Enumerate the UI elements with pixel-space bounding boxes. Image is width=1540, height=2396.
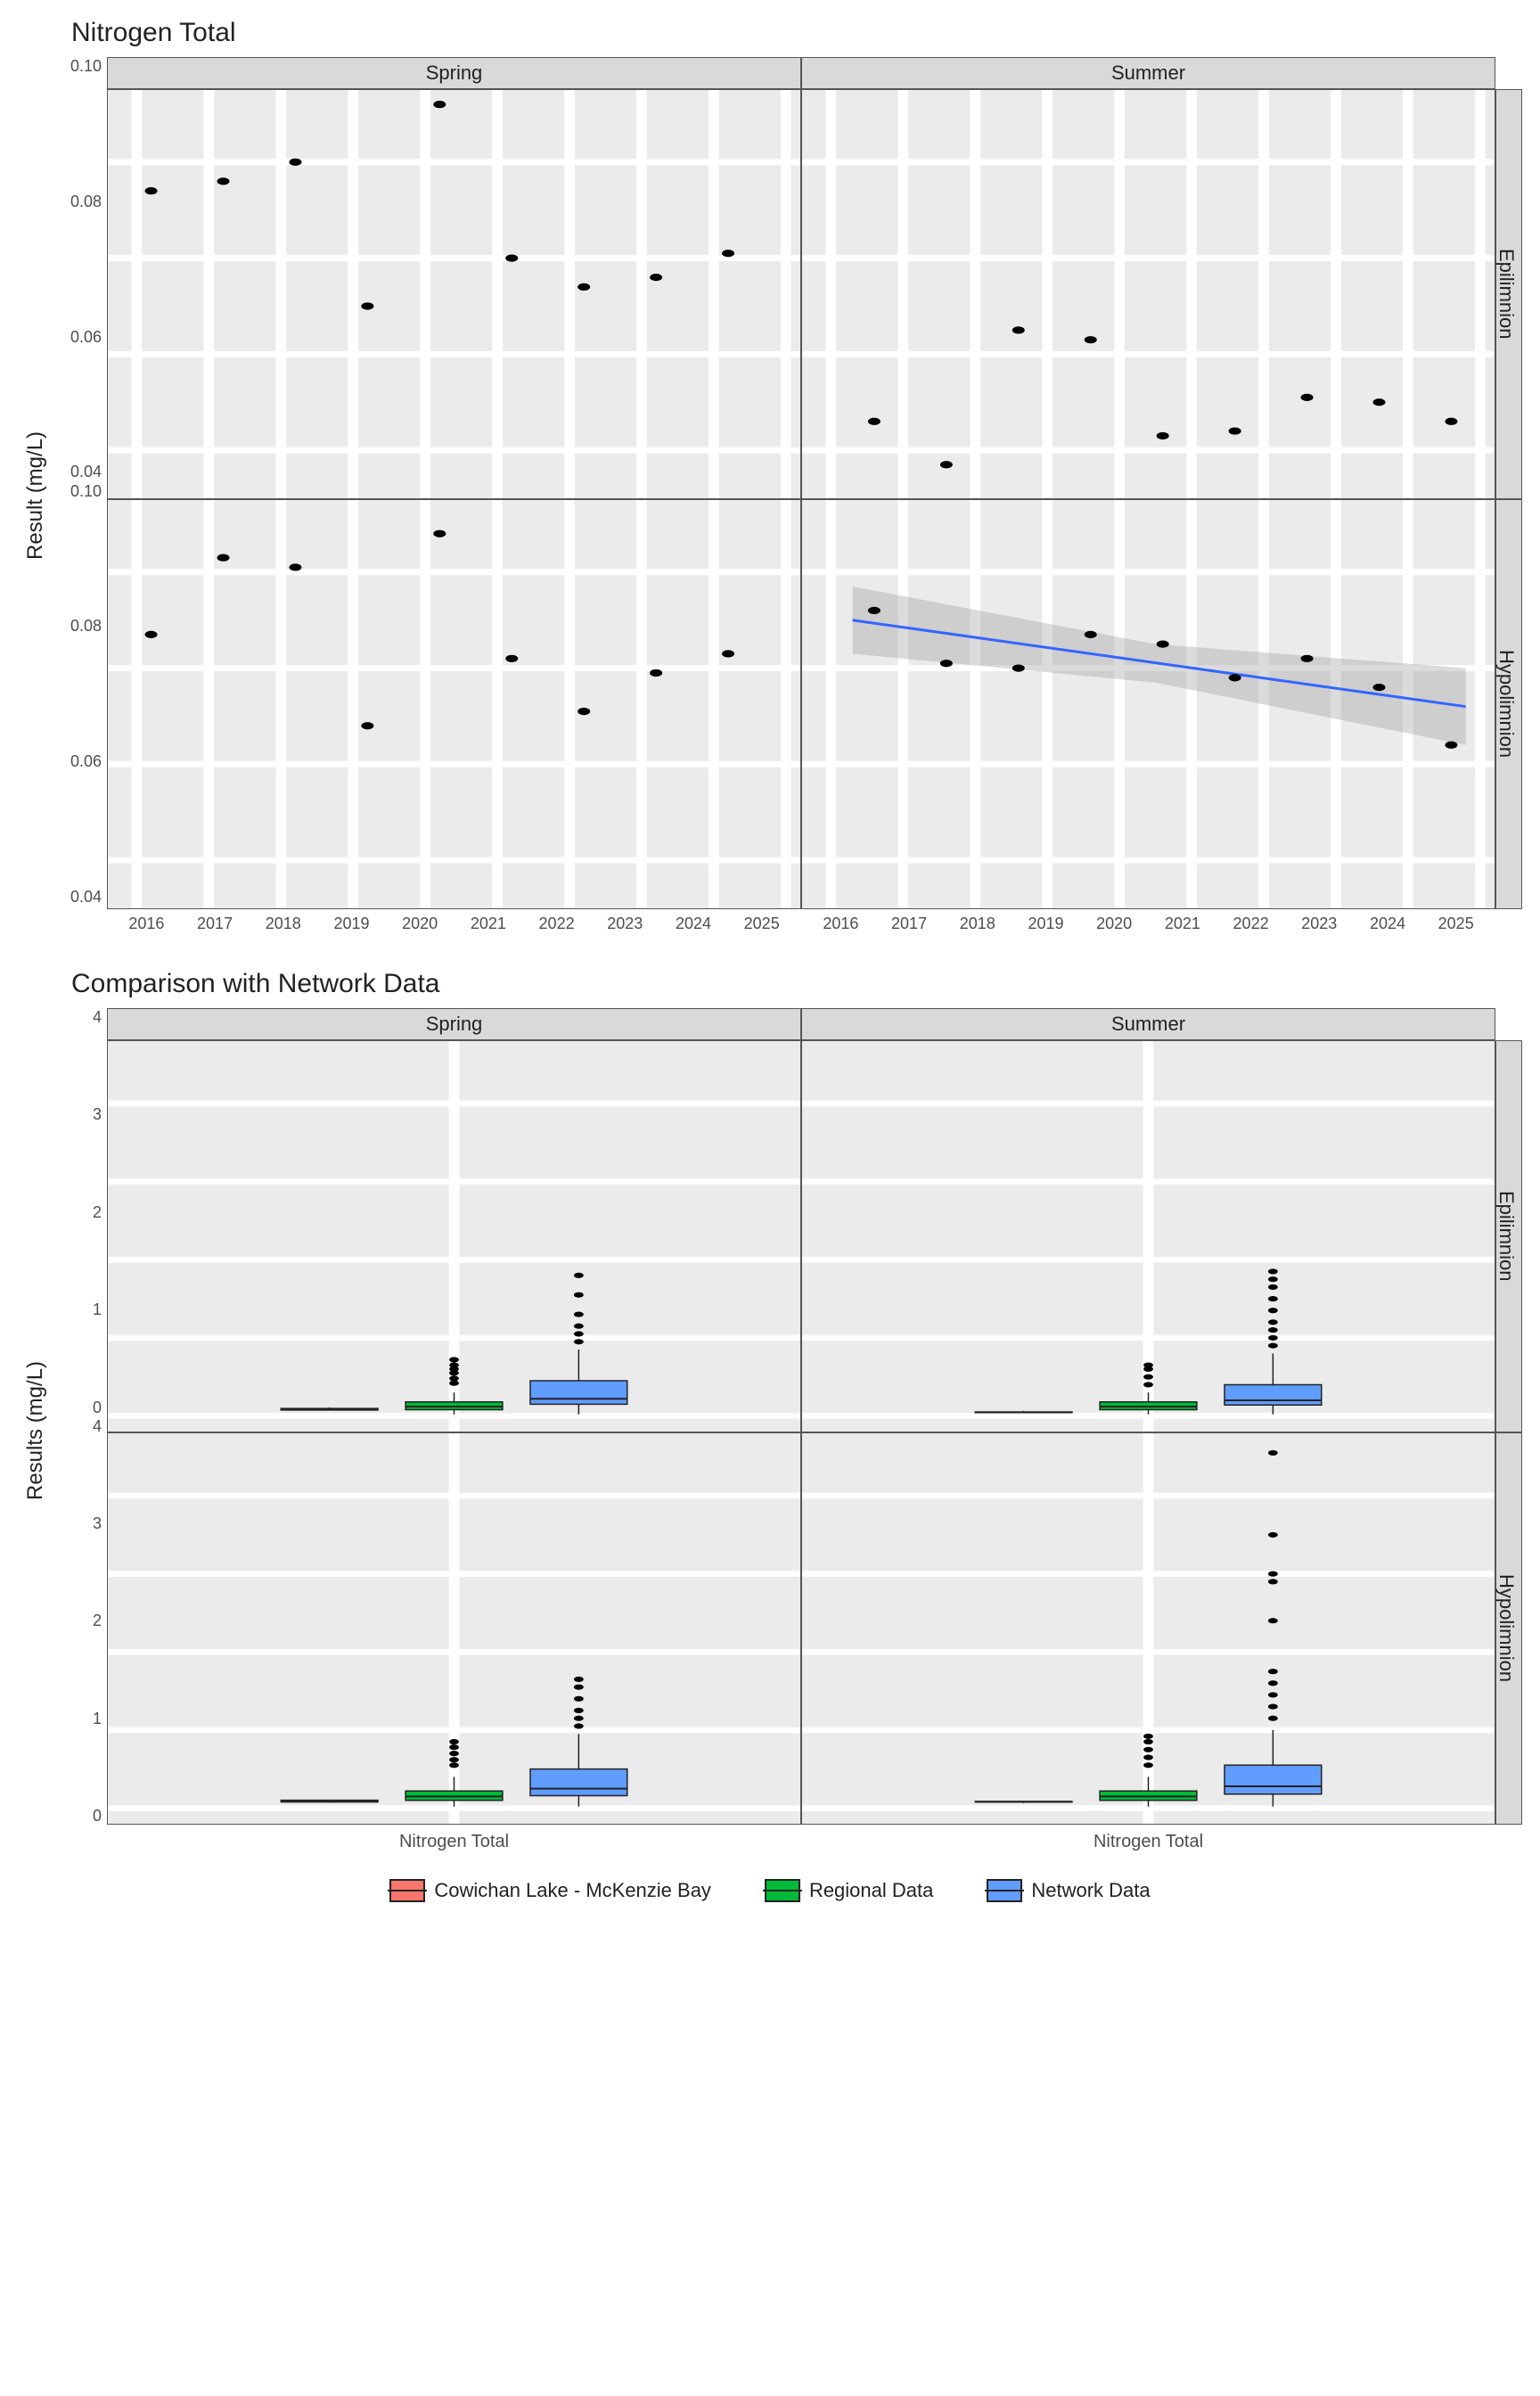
facet-col-summer-2: Summer (801, 1008, 1495, 1040)
box-summer-hypo (801, 1432, 1495, 1825)
x-ticks: 2016201720182019202020212022202320242025 (107, 909, 801, 933)
facet-row-epi-2: Epilimnion (1495, 1040, 1522, 1432)
legend-label: Regional Data (809, 1879, 933, 1902)
panel-summer-epi (801, 89, 1495, 499)
legend-regional: Regional Data (765, 1879, 933, 1902)
legend-swatch-icon (987, 1879, 1022, 1902)
scatter-chart: Nitrogen Total Result (mg/L) 0.100.080.0… (18, 18, 1522, 933)
box-spring-epi (107, 1040, 801, 1432)
facet-row-epi: Epilimnion (1495, 89, 1522, 499)
y-ticks: 0.100.080.060.04 (53, 482, 107, 907)
y-ticks: 43210 (53, 1417, 107, 1826)
box-spring-hypo (107, 1432, 801, 1825)
box-summer-epi (801, 1040, 1495, 1432)
x-label: Nitrogen Total (107, 1825, 801, 1852)
facet-col-spring-2: Spring (107, 1008, 801, 1040)
facet-col-summer: Summer (801, 57, 1495, 89)
y-ticks: 0.100.080.060.04 (53, 57, 107, 482)
legend-label: Network Data (1031, 1879, 1150, 1902)
legend-label: Cowichan Lake - McKenzie Bay (434, 1879, 711, 1902)
chart-title: Nitrogen Total (71, 18, 1522, 48)
chart-title-2: Comparison with Network Data (71, 969, 1522, 999)
panel-spring-hypo (107, 499, 801, 909)
boxplot-chart: Comparison with Network Data Results (mg… (18, 969, 1522, 1902)
facet-row-hypo: Hypolimnion (1495, 499, 1522, 909)
legend-swatch-icon (765, 1879, 800, 1902)
legend: Cowichan Lake - McKenzie Bay Regional Da… (18, 1879, 1522, 1902)
facet-col-spring: Spring (107, 57, 801, 89)
y-ticks: 43210 (53, 1008, 107, 1417)
facet-row-hypo-2: Hypolimnion (1495, 1432, 1522, 1825)
legend-cowichan: Cowichan Lake - McKenzie Bay (389, 1879, 711, 1902)
legend-swatch-icon (389, 1879, 425, 1902)
panel-summer-hypo (801, 499, 1495, 909)
x-label: Nitrogen Total (801, 1825, 1495, 1852)
y-axis-label-2: Results (mg/L) (18, 1008, 53, 1852)
y-axis-label: Result (mg/L) (18, 57, 53, 933)
x-ticks: 2016201720182019202020212022202320242025 (801, 909, 1495, 933)
legend-network: Network Data (987, 1879, 1150, 1902)
panel-spring-epi (107, 89, 801, 499)
